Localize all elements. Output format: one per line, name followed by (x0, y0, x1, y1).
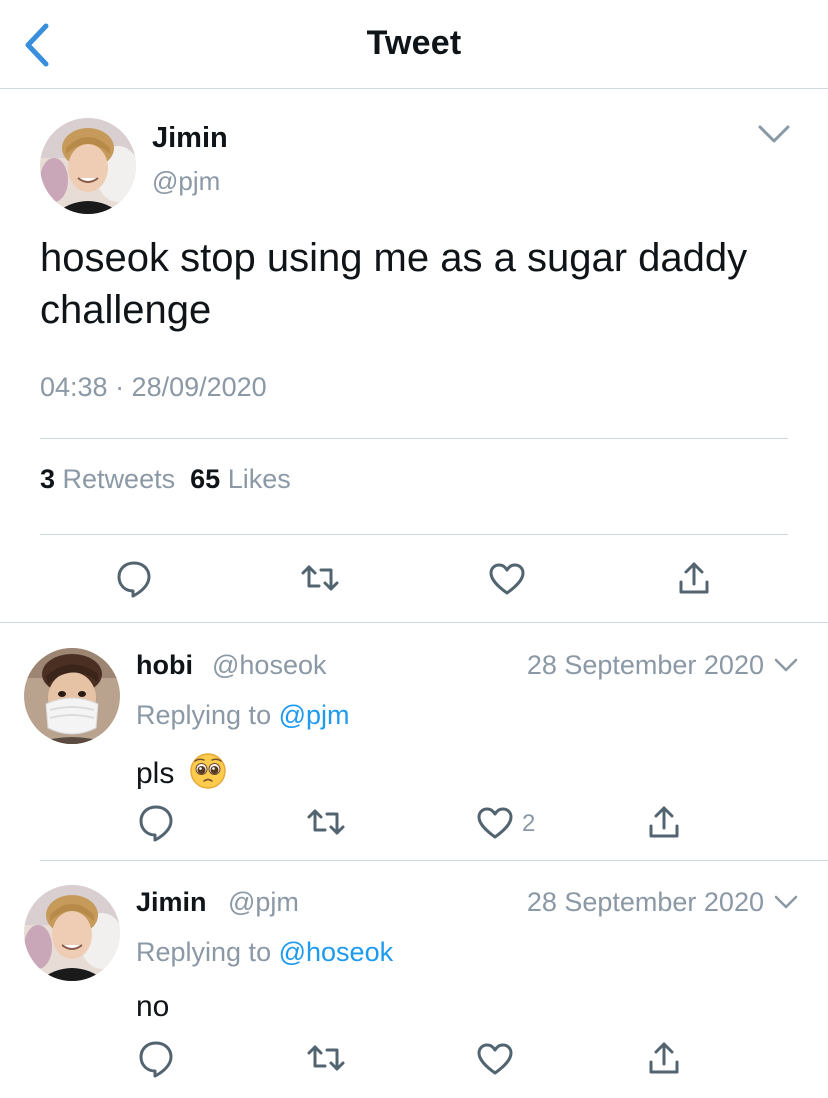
share-button[interactable] (648, 1040, 680, 1076)
author-name[interactable]: Jimin (152, 122, 228, 155)
divider (40, 534, 788, 535)
like-button[interactable] (476, 1042, 514, 1076)
like-button[interactable] (488, 562, 526, 596)
reply-author-name[interactable]: hobi (136, 650, 193, 681)
chevron-down-icon (758, 125, 790, 143)
divider (40, 860, 828, 861)
retweet-icon (307, 809, 345, 835)
retweet-icon (301, 565, 339, 591)
divider (0, 622, 828, 623)
replying-to-line: Replying to @hoseok (136, 937, 394, 967)
likes-stat[interactable]: 65 Likes (190, 464, 291, 494)
reply-author-handle[interactable]: @hoseok (212, 650, 326, 681)
reply-author-handle[interactable]: @pjm (228, 887, 299, 918)
reply-author-name[interactable]: Jimin (136, 887, 207, 918)
divider (40, 438, 788, 439)
heart-icon (477, 1043, 513, 1075)
chevron-down-icon (774, 658, 798, 672)
share-icon (679, 562, 709, 594)
share-button[interactable] (678, 560, 710, 596)
retweet-button[interactable] (306, 806, 346, 838)
retweet-icon (307, 1045, 345, 1071)
share-icon (649, 806, 679, 838)
heart-icon (477, 807, 513, 839)
reply-date[interactable]: 28 September 2020 (527, 887, 764, 918)
chevron-down-icon (774, 895, 798, 909)
reply-icon (139, 805, 173, 842)
retweet-button[interactable] (306, 1042, 346, 1074)
reply-icon (139, 1041, 173, 1078)
replying-to-line: Replying to @pjm (136, 700, 350, 730)
like-count: 2 (522, 810, 536, 837)
avatar[interactable] (40, 118, 136, 214)
tweet-text: hoseok stop using me as a sugar daddy ch… (40, 236, 748, 332)
share-button[interactable] (648, 804, 680, 840)
avatar[interactable] (24, 648, 120, 744)
reply-options-button[interactable] (773, 656, 799, 674)
reply-text: pls (136, 752, 227, 798)
share-icon (649, 1042, 679, 1074)
heart-icon (489, 563, 525, 595)
pleading-face-emoji (189, 752, 227, 798)
avatar[interactable] (24, 885, 120, 981)
tweet-options-button[interactable] (756, 122, 792, 146)
retweet-button[interactable] (300, 562, 340, 594)
author-handle[interactable]: @pjm (152, 166, 220, 197)
tweet-stats: 3 Retweets 65 Likes (40, 464, 291, 495)
reply-button[interactable] (116, 560, 152, 598)
retweets-stat[interactable]: 3 Retweets (40, 464, 175, 494)
mention-link[interactable]: @hoseok (279, 937, 393, 967)
reply-button[interactable] (138, 804, 174, 842)
reply-date[interactable]: 28 September 2020 (527, 650, 764, 681)
page-title: Tweet (366, 24, 462, 62)
reply-icon (117, 561, 151, 598)
tweet-timestamp[interactable]: 04:38 · 28/09/2020 (40, 372, 267, 403)
mention-link[interactable]: @pjm (279, 700, 350, 730)
like-button[interactable] (476, 806, 514, 840)
top-bar: Tweet (0, 0, 828, 89)
reply-button[interactable] (138, 1040, 174, 1078)
reply-options-button[interactable] (773, 893, 799, 911)
reply-text: no (136, 990, 170, 1023)
